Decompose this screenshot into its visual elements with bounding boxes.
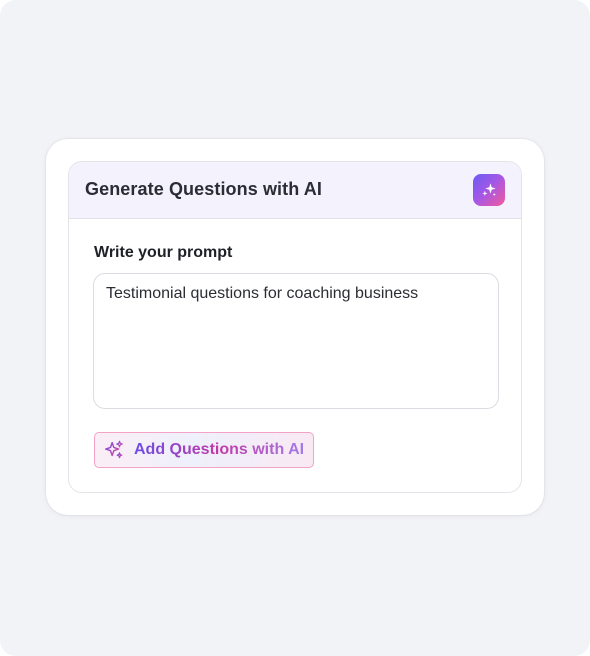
add-questions-button-label: Add Questions with AI bbox=[134, 441, 305, 458]
ai-sparkles-button[interactable] bbox=[473, 174, 505, 206]
generate-questions-panel: Generate Questions with AI Write your pr… bbox=[68, 161, 522, 493]
panel-header: Generate Questions with AI bbox=[69, 162, 521, 219]
prompt-label: Write your prompt bbox=[94, 244, 233, 261]
sparkles-icon bbox=[103, 439, 125, 461]
panel-title: Generate Questions with AI bbox=[85, 179, 322, 199]
add-questions-with-ai-button[interactable]: Add Questions with AI bbox=[94, 432, 314, 468]
sparkles-icon bbox=[480, 181, 498, 199]
prompt-input[interactable]: Testimonial questions for coaching busin… bbox=[93, 273, 499, 409]
